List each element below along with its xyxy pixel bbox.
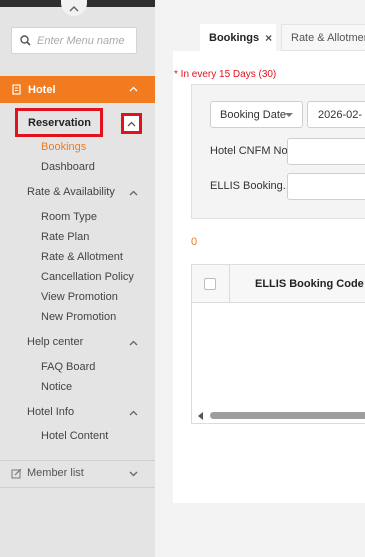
sidebar: Hotel Reservation Bookings Dashboard Rat… — [0, 0, 155, 557]
scrollbar-thumb[interactable] — [210, 412, 365, 419]
tab-bookings[interactable]: Bookings × — [200, 24, 276, 51]
chevron-up-icon — [69, 5, 79, 12]
result-count: 0 — [191, 236, 198, 248]
menu-group-help-center[interactable]: Help center — [27, 336, 83, 348]
menu-item-bookings[interactable]: Bookings — [41, 141, 86, 153]
menu-item-view-promotion[interactable]: View Promotion — [41, 291, 118, 303]
menu-item-rate-allotment[interactable]: Rate & Allotment — [41, 251, 123, 263]
sidebar-section-label: Hotel — [28, 83, 56, 96]
menu-group-rate-availability[interactable]: Rate & Availability — [27, 186, 115, 198]
table-header: ELLIS Booking Code — [192, 265, 365, 303]
sidebar-divider — [0, 460, 155, 461]
menu-item-rate-plan[interactable]: Rate Plan — [41, 231, 89, 243]
select-all-checkbox[interactable] — [204, 278, 216, 290]
sidebar-collapse-button[interactable] — [61, 0, 87, 16]
search-icon — [20, 35, 31, 46]
sidebar-section-hotel[interactable]: Hotel — [0, 76, 155, 103]
date-type-select[interactable]: Booking Date — [210, 101, 303, 128]
member-list-label: Member list — [27, 467, 84, 479]
column-divider — [229, 265, 230, 303]
menu-item-dashboard[interactable]: Dashboard — [41, 161, 95, 173]
chevron-up-icon[interactable] — [129, 340, 138, 346]
search-range-hint: * In every 15 Days (30) — [174, 69, 277, 80]
menu-search[interactable] — [11, 27, 137, 54]
menu-group-label: Reservation — [28, 116, 91, 129]
date-input[interactable]: 2026-02- — [307, 101, 365, 128]
hotel-icon — [12, 84, 21, 95]
chevron-up-icon — [127, 121, 136, 126]
bookings-table: ELLIS Booking Code — [191, 264, 365, 424]
tab-label: Rate & Allotment — [291, 31, 365, 44]
main-content: Bookings × Rate & Allotment * In every 1… — [155, 0, 365, 557]
ellis-booking-input[interactable] — [287, 173, 365, 200]
reservation-toggle-button[interactable] — [121, 113, 142, 134]
chevron-up-icon[interactable] — [129, 86, 138, 92]
date-type-value: Booking Date — [220, 108, 287, 121]
date-value: 2026-02- — [318, 108, 363, 121]
menu-group-hotel-info[interactable]: Hotel Info — [27, 406, 74, 418]
close-icon[interactable]: × — [265, 31, 272, 45]
caret-down-icon — [285, 113, 293, 117]
tab-label: Bookings — [209, 31, 260, 44]
menu-item-faq-board[interactable]: FAQ Board — [41, 361, 95, 373]
scroll-left-icon[interactable] — [198, 412, 203, 420]
chevron-up-icon[interactable] — [129, 190, 138, 196]
menu-group-reservation[interactable]: Reservation — [15, 108, 103, 137]
menu-item-new-promotion[interactable]: New Promotion — [41, 311, 116, 323]
menu-item-notice[interactable]: Notice — [41, 381, 72, 393]
menu-item-room-type[interactable]: Room Type — [41, 211, 97, 223]
chevron-down-icon[interactable] — [129, 471, 138, 477]
ellis-booking-label: ELLIS Booking... — [210, 180, 292, 192]
chevron-up-icon[interactable] — [129, 410, 138, 416]
sidebar-section-member-list[interactable]: Member list — [11, 467, 84, 479]
hotel-cnfm-input[interactable] — [287, 138, 365, 165]
menu-search-input[interactable] — [37, 34, 137, 47]
hotel-cnfm-label: Hotel CNFM No. — [210, 145, 291, 157]
sidebar-divider — [0, 487, 155, 488]
menu-item-cancellation-policy[interactable]: Cancellation Policy — [41, 271, 134, 283]
horizontal-scrollbar[interactable] — [196, 410, 365, 420]
column-ellis-booking-code[interactable]: ELLIS Booking Code — [255, 278, 364, 290]
edit-icon — [11, 468, 22, 478]
tab-rate-allotment[interactable]: Rate & Allotment — [281, 24, 365, 51]
menu-item-hotel-content[interactable]: Hotel Content — [41, 430, 108, 442]
